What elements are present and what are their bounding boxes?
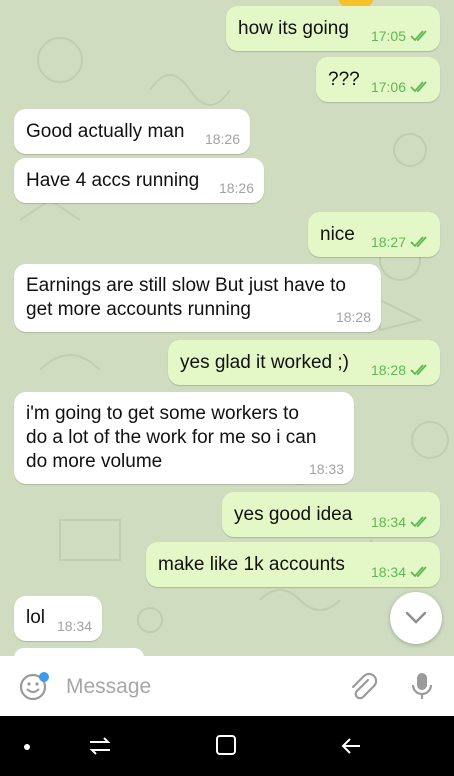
message-time: 18:27: [370, 234, 406, 250]
message-bubble-outgoing[interactable]: ??? 17:06: [316, 57, 440, 102]
emoji-icon: [19, 672, 49, 701]
double-check-icon: [410, 30, 427, 42]
message-bubble-outgoing[interactable]: yes good idea 18:34: [222, 492, 440, 537]
message-composer: Message: [0, 656, 454, 716]
attach-button[interactable]: [346, 670, 378, 702]
message-time: 18:34: [56, 618, 92, 634]
message-text: lol: [26, 607, 46, 628]
message-time: 18:28: [335, 309, 371, 325]
message-text: Earnings are still slow But just have to…: [26, 275, 346, 320]
message-bubble-incoming[interactable]: Earnings are still slow But just have to…: [14, 264, 381, 332]
message-text: ???: [328, 69, 360, 90]
message-bubble-incoming-partial: [14, 648, 144, 656]
message-time: 18:33: [308, 461, 344, 477]
message-time: 18:28: [370, 362, 406, 378]
message-text: yes good idea: [234, 504, 353, 525]
chat-area[interactable]: how its going 17:05 ??? 17:06 Good actua…: [0, 0, 454, 656]
home-button[interactable]: [212, 731, 240, 759]
message-bubble-outgoing[interactable]: make like 1k accounts 18:34: [146, 542, 440, 587]
message-bubble-incoming[interactable]: Good actually man 18:26: [14, 109, 250, 154]
scroll-down-button[interactable]: [390, 592, 442, 644]
system-navigation-bar: [0, 716, 454, 776]
paperclip-icon: [351, 672, 378, 700]
message-time: 17:06: [370, 79, 406, 95]
message-time: 18:34: [370, 514, 406, 530]
message-time: 18:26: [204, 131, 240, 147]
recents-button[interactable]: [86, 732, 114, 760]
double-check-icon: [410, 566, 427, 578]
message-text: i'm going to get some workers to do a lo…: [26, 403, 317, 472]
emoji-button[interactable]: [18, 670, 50, 702]
message-time: 18:34: [370, 564, 406, 580]
chevron-down-icon: [405, 611, 427, 624]
double-check-icon: [410, 81, 427, 93]
back-button[interactable]: [338, 732, 366, 760]
message-bubble-outgoing[interactable]: nice 18:27: [308, 212, 440, 257]
message-text: how its going: [238, 18, 349, 39]
microphone-icon: [411, 673, 433, 699]
back-icon: [341, 738, 360, 754]
message-text: Have 4 accs running: [26, 170, 200, 191]
message-text: yes glad it worked ;): [180, 352, 349, 373]
message-bubble-incoming[interactable]: Have 4 accs running 18:26: [14, 158, 264, 203]
message-text: nice: [320, 224, 355, 245]
message-bubble-incoming[interactable]: lol 18:34: [14, 596, 102, 641]
home-icon: [216, 735, 236, 755]
double-check-icon: [410, 364, 427, 376]
message-bubble-incoming[interactable]: i'm going to get some workers to do a lo…: [14, 392, 354, 484]
message-text: Good actually man: [26, 121, 185, 142]
message-input[interactable]: Message: [66, 675, 151, 699]
double-check-icon: [410, 516, 427, 528]
voice-button[interactable]: [406, 670, 438, 702]
message-bubble-outgoing[interactable]: how its going 17:05: [226, 6, 440, 51]
message-time: 17:05: [370, 28, 406, 44]
nav-dot: [24, 744, 30, 750]
message-time: 18:26: [218, 180, 254, 196]
message-bubble-outgoing[interactable]: yes glad it worked ;) 18:28: [168, 340, 440, 385]
recents-icon: [89, 737, 111, 755]
message-text: make like 1k accounts: [158, 554, 345, 575]
double-check-icon: [410, 236, 427, 248]
